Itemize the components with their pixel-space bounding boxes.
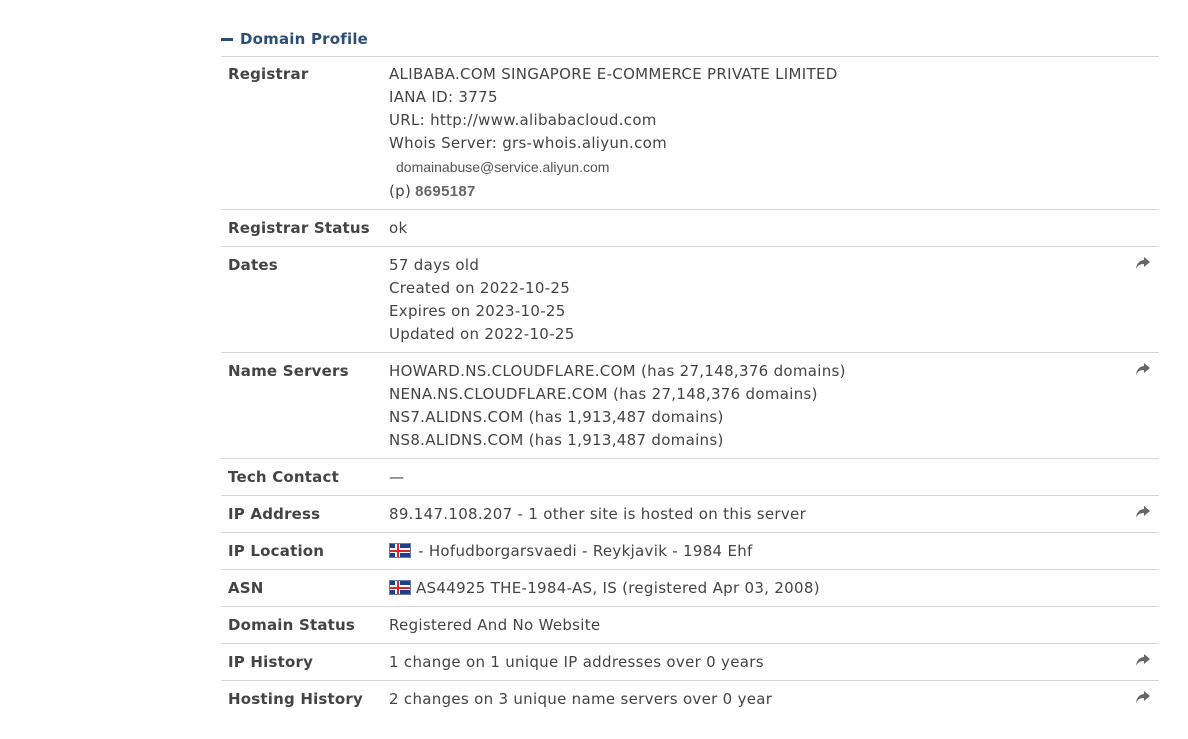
share-arrow-icon[interactable] <box>1135 505 1151 519</box>
row-tech-contact: Tech Contact — <box>221 459 1159 496</box>
registrar-status-value: ok <box>389 219 408 237</box>
name-server-item: HOWARD.NS.CLOUDFLARE.COM (has 27,148,376… <box>389 362 846 380</box>
registrar-status-label: Registrar Status <box>228 219 370 237</box>
registrar-name: ALIBABA.COM SINGAPORE E-COMMERCE PRIVATE… <box>389 65 838 83</box>
ip-location-value: - Hofudborgarsvaedi - Reykjavik - 1984 E… <box>389 540 1159 563</box>
tech-contact-value: — <box>389 468 405 486</box>
domain-status-label: Domain Status <box>228 616 356 634</box>
share-arrow-icon[interactable] <box>1135 653 1151 667</box>
ip-location-label: IP Location <box>228 542 325 560</box>
hosting-history-label: Hosting History <box>228 690 364 708</box>
domain-profile-panel: Domain Profile Registrar ALIBABA.COM SIN… <box>221 22 1159 717</box>
minus-icon[interactable] <box>221 37 233 41</box>
dates-created: Created on 2022-10-25 <box>389 279 571 297</box>
registrar-url: URL: http://www.alibabacloud.com <box>389 111 657 129</box>
registrar-whois: Whois Server: grs-whois.aliyun.com <box>389 134 668 152</box>
tech-contact-label: Tech Contact <box>228 468 339 486</box>
dates-value: 57 days old Created on 2022-10-25 Expire… <box>389 254 1159 346</box>
row-asn: ASN AS44925 THE-1984-AS, IS (registered … <box>221 570 1159 607</box>
row-ip-history: IP History 1 change on 1 unique IP addre… <box>221 644 1159 681</box>
row-registrar-status: Registrar Status ok <box>221 210 1159 247</box>
asn-label: ASN <box>228 579 264 597</box>
iceland-flag-icon <box>389 580 411 595</box>
dates-expires: Expires on 2023-10-25 <box>389 302 566 320</box>
iceland-flag-icon <box>389 543 411 558</box>
registrar-email: domainabuse@service.aliyun.com <box>396 159 610 175</box>
row-dates: Dates 57 days old Created on 2022-10-25 … <box>221 247 1159 353</box>
domain-profile-header[interactable]: Domain Profile <box>221 22 1159 57</box>
dates-updated: Updated on 2022-10-25 <box>389 325 575 343</box>
registrar-label: Registrar <box>228 65 309 83</box>
share-arrow-icon[interactable] <box>1135 362 1151 376</box>
name-server-item: NS7.ALIDNS.COM (has 1,913,487 domains) <box>389 408 724 426</box>
asn-value: AS44925 THE-1984-AS, IS (registered Apr … <box>389 577 1159 600</box>
name-server-item: NENA.NS.CLOUDFLARE.COM (has 27,148,376 d… <box>389 385 818 403</box>
registrar-value: ALIBABA.COM SINGAPORE E-COMMERCE PRIVATE… <box>389 63 1159 203</box>
panel-title: Domain Profile <box>240 30 369 48</box>
ip-location-text: - Hofudborgarsvaedi - Reykjavik - 1984 E… <box>413 542 753 560</box>
domain-status-value: Registered And No Website <box>389 616 601 634</box>
share-arrow-icon[interactable] <box>1135 256 1151 270</box>
dates-label: Dates <box>228 256 278 274</box>
row-domain-status: Domain Status Registered And No Website <box>221 607 1159 644</box>
name-server-item: NS8.ALIDNS.COM (has 1,913,487 domains) <box>389 431 724 449</box>
registrar-iana: IANA ID: 3775 <box>389 88 498 106</box>
registrar-phone: (p) 8695187 <box>389 180 1159 203</box>
share-arrow-icon[interactable] <box>1135 690 1151 704</box>
row-hosting-history: Hosting History 2 changes on 3 unique na… <box>221 681 1159 717</box>
row-name-servers: Name Servers HOWARD.NS.CLOUDFLARE.COM (h… <box>221 353 1159 459</box>
ip-history-label: IP History <box>228 653 314 671</box>
phone-number: 8695187 <box>415 183 476 200</box>
ip-history-value: 1 change on 1 unique IP addresses over 0… <box>389 653 764 671</box>
dates-age: 57 days old <box>389 256 480 274</box>
name-servers-value: HOWARD.NS.CLOUDFLARE.COM (has 27,148,376… <box>389 360 1159 452</box>
asn-text: AS44925 THE-1984-AS, IS (registered Apr … <box>416 579 820 597</box>
phone-prefix: (p) <box>389 182 412 200</box>
row-ip-location: IP Location - Hofudborgarsvaedi - Reykja… <box>221 533 1159 570</box>
row-registrar: Registrar ALIBABA.COM SINGAPORE E-COMMER… <box>221 57 1159 210</box>
ip-address-value: 89.147.108.207 - 1 other site is hosted … <box>389 505 807 523</box>
row-ip-address: IP Address 89.147.108.207 - 1 other site… <box>221 496 1159 533</box>
ip-address-label: IP Address <box>228 505 321 523</box>
name-servers-label: Name Servers <box>228 362 349 380</box>
hosting-history-value: 2 changes on 3 unique name servers over … <box>389 690 773 708</box>
